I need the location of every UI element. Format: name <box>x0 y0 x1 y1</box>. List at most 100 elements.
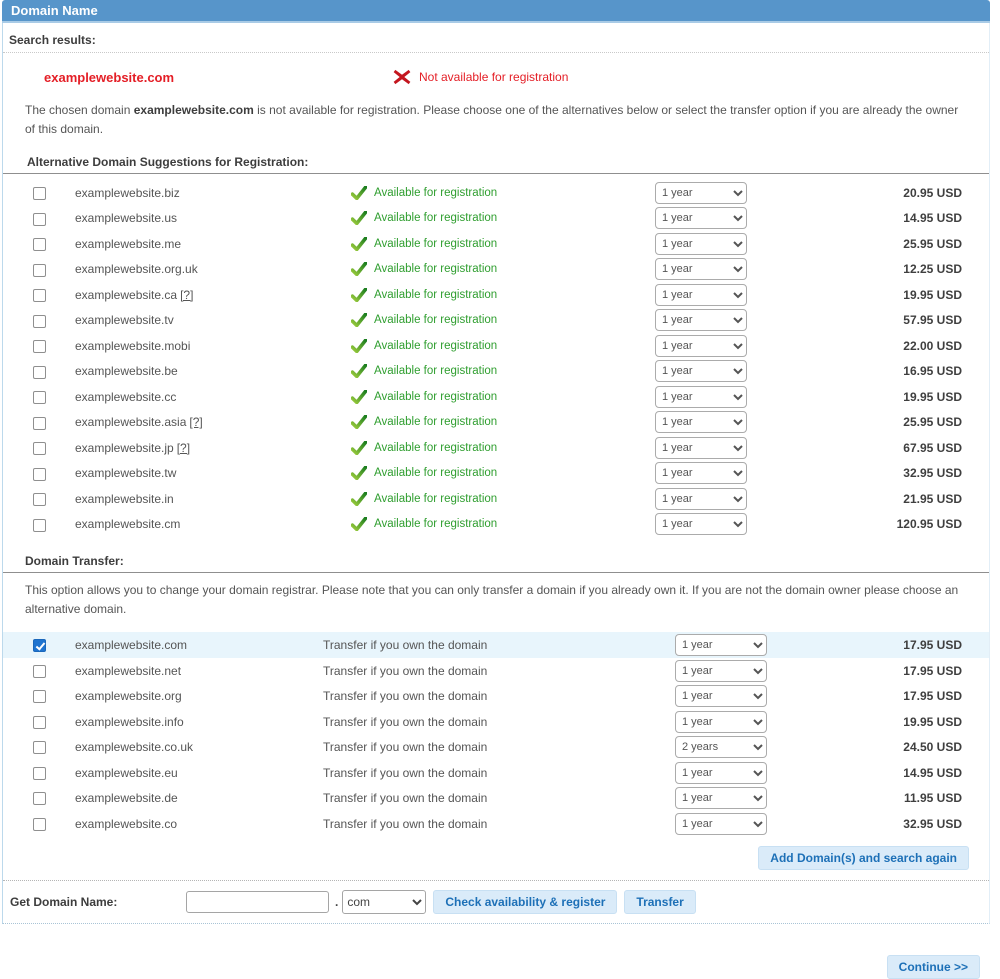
check-availability-button[interactable]: Check availability & register <box>433 890 617 914</box>
term-select[interactable]: 1 year <box>655 360 747 382</box>
intro-domain: examplewebsite.com <box>134 103 254 117</box>
domain-name: examplewebsite.tv <box>75 313 351 327</box>
domain-checkbox[interactable] <box>33 417 46 430</box>
term-select[interactable]: 1 year <box>675 787 767 809</box>
availability-status: Available for registration <box>351 466 651 480</box>
domain-checkbox[interactable] <box>33 818 46 831</box>
availability-status: Available for registration <box>351 237 651 251</box>
term-select[interactable]: 1 year <box>655 335 747 357</box>
domain-name-text: examplewebsite.mobi <box>75 339 190 353</box>
domain-checkbox[interactable] <box>33 315 46 328</box>
tld-select[interactable]: com <box>342 890 426 914</box>
domain-checkbox[interactable] <box>33 665 46 678</box>
transfer-button[interactable]: Transfer <box>624 890 695 914</box>
domain-checkbox[interactable] <box>33 442 46 455</box>
term-select[interactable]: 1 year <box>675 634 767 656</box>
transfer-note: Transfer if you own the domain <box>323 715 671 729</box>
domain-checkbox[interactable] <box>33 264 46 277</box>
term-select[interactable]: 1 year <box>655 233 747 255</box>
domain-checkbox[interactable] <box>33 519 46 532</box>
domain-name-text: examplewebsite.ca <box>75 288 177 302</box>
alt-domain-row: examplewebsite.in Available for registra… <box>3 486 989 512</box>
help-link[interactable]: [?] <box>180 288 193 302</box>
domain-name-text: examplewebsite.in <box>75 492 174 506</box>
availability-status: Available for registration <box>351 441 651 455</box>
price-label: 20.95 USD <box>781 186 962 200</box>
transfer-note: Transfer if you own the domain <box>323 740 671 754</box>
term-select[interactable]: 1 year <box>675 762 767 784</box>
domain-checkbox[interactable] <box>33 690 46 703</box>
domain-checkbox[interactable] <box>33 340 46 353</box>
term-select[interactable]: 1 year <box>655 182 747 204</box>
alt-domain-row: examplewebsite.cc Available for registra… <box>3 384 989 410</box>
intro-before: The chosen domain <box>25 103 134 117</box>
price-label: 24.50 USD <box>801 740 962 754</box>
transfer-domain-row: examplewebsite.eu Transfer if you own th… <box>3 760 989 786</box>
transfer-domain-row: examplewebsite.co Transfer if you own th… <box>3 811 989 837</box>
alt-domain-row: examplewebsite.tw Available for registra… <box>3 461 989 487</box>
add-domains-search-button[interactable]: Add Domain(s) and search again <box>758 846 969 870</box>
domain-name-text: examplewebsite.biz <box>75 186 180 200</box>
domain-checkbox[interactable] <box>33 366 46 379</box>
price-label: 17.95 USD <box>801 638 962 652</box>
domain-name: examplewebsite.co.uk <box>75 740 323 754</box>
check-icon <box>351 517 367 531</box>
term-select[interactable]: 1 year <box>655 309 747 331</box>
domain-name-text: examplewebsite.info <box>75 715 184 729</box>
domain-checkbox[interactable] <box>33 187 46 200</box>
domain-name-input[interactable] <box>186 891 329 913</box>
domain-name: examplewebsite.eu <box>75 766 323 780</box>
transfer-rows: examplewebsite.com Transfer if you own t… <box>3 626 989 840</box>
term-select[interactable]: 1 year <box>655 513 747 535</box>
domain-search-panel: Search results: examplewebsite.com Not a… <box>2 23 990 924</box>
check-icon <box>351 288 367 302</box>
domain-checkbox[interactable] <box>33 792 46 805</box>
domain-name-text: examplewebsite.tv <box>75 313 174 327</box>
term-select[interactable]: 1 year <box>655 462 747 484</box>
domain-name-text: examplewebsite.de <box>75 791 178 805</box>
availability-status: Available for registration <box>351 339 651 353</box>
term-select[interactable]: 1 year <box>675 660 767 682</box>
page-title: Domain Name <box>2 0 990 23</box>
domain-checkbox[interactable] <box>33 391 46 404</box>
transfer-domain-row: examplewebsite.co.uk Transfer if you own… <box>3 734 989 760</box>
availability-text: Available for registration <box>374 238 497 250</box>
domain-name-text: examplewebsite.asia <box>75 415 186 429</box>
get-domain-strip: Get Domain Name: . com Check availabilit… <box>3 880 989 923</box>
help-link[interactable]: [?] <box>177 441 190 455</box>
term-select[interactable]: 2 years <box>675 736 767 758</box>
domain-checkbox[interactable] <box>33 493 46 506</box>
term-select[interactable]: 1 year <box>675 813 767 835</box>
check-icon <box>351 262 367 276</box>
term-select[interactable]: 1 year <box>655 411 747 433</box>
term-select[interactable]: 1 year <box>675 711 767 733</box>
term-select[interactable]: 1 year <box>655 258 747 280</box>
domain-checkbox[interactable] <box>33 716 46 729</box>
term-select[interactable]: 1 year <box>675 685 767 707</box>
continue-button[interactable]: Continue >> <box>887 955 980 979</box>
search-result-row: examplewebsite.com Not available for reg… <box>3 53 989 93</box>
domain-checkbox[interactable] <box>33 468 46 481</box>
price-label: 12.25 USD <box>781 262 962 276</box>
term-select[interactable]: 1 year <box>655 284 747 306</box>
alt-domain-row: examplewebsite.us Available for registra… <box>3 206 989 232</box>
term-select[interactable]: 1 year <box>655 488 747 510</box>
domain-checkbox[interactable] <box>33 741 46 754</box>
domain-checkbox[interactable] <box>33 639 46 652</box>
term-select[interactable]: 1 year <box>655 207 747 229</box>
availability-text: Available for registration <box>374 289 497 301</box>
availability-text: Available for registration <box>374 212 497 224</box>
domain-name-text: examplewebsite.co <box>75 817 177 831</box>
domain-checkbox[interactable] <box>33 238 46 251</box>
domain-checkbox[interactable] <box>33 767 46 780</box>
term-select[interactable]: 1 year <box>655 386 747 408</box>
availability-status: Available for registration <box>351 211 651 225</box>
alt-domain-row: examplewebsite.jp[?] Available for regis… <box>3 435 989 461</box>
alternatives-rows: examplewebsite.biz Available for registr… <box>3 174 989 541</box>
availability-text: Available for registration <box>374 518 497 530</box>
help-link[interactable]: [?] <box>189 415 202 429</box>
domain-checkbox[interactable] <box>33 213 46 226</box>
domain-checkbox[interactable] <box>33 289 46 302</box>
price-label: 21.95 USD <box>781 492 962 506</box>
term-select[interactable]: 1 year <box>655 437 747 459</box>
